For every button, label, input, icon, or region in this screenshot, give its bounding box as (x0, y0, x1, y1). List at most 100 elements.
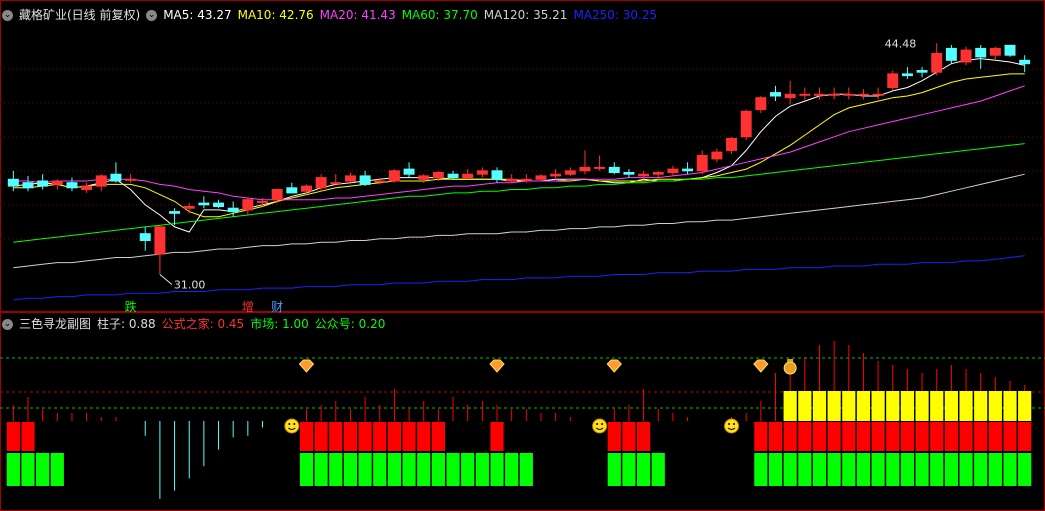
indicator-red-block (754, 422, 768, 451)
candle-body (7, 178, 19, 187)
candle-body (125, 178, 137, 181)
candle-body (535, 175, 547, 180)
ma-legend-item-label: MA60: (401, 8, 440, 22)
ma-legend-item-value: 42.76 (275, 8, 314, 22)
sub-panel-header: ⌄ 三色寻龙副图 柱子: 0.88 公式之家: 0.45 市场: 1.00 公众号: … (2, 315, 391, 333)
candle-body (51, 180, 63, 185)
indicator-settings-icon[interactable]: ⌄ (2, 318, 13, 330)
indicator-green-block (329, 453, 343, 486)
indicator-yellow-block (856, 391, 871, 421)
indicator-red-block (607, 422, 621, 451)
candle-body (564, 170, 576, 175)
indicator-red-block (783, 422, 797, 451)
candle-body (1004, 44, 1016, 56)
indicator-red-block (329, 422, 343, 451)
event-marker-0: 跌 (125, 299, 137, 314)
money-bag-tie (787, 359, 794, 362)
candle-body (623, 172, 635, 175)
candle-body (843, 93, 855, 96)
ma-legend-item-3: MA60: 37.70 (402, 8, 478, 22)
indicator-red-block (886, 422, 900, 451)
indicator-green-block (343, 453, 358, 486)
indicator-green-block (6, 453, 20, 486)
candle-body (315, 177, 327, 189)
indicator-green-block (314, 453, 328, 486)
indicator-yellow-block (871, 391, 885, 421)
gem-icon (298, 359, 315, 373)
indicator-yellow-block (812, 391, 827, 421)
ma-legend-item-1: MA10: 42.76 (238, 8, 314, 22)
indicator-red-block (944, 422, 958, 451)
indicator-yellow-block (1018, 391, 1032, 421)
ma-legend-item-value: 30.25 (618, 8, 658, 22)
indicator-yellow-block (915, 391, 929, 421)
candle-body (227, 207, 239, 213)
candle-body (799, 93, 811, 96)
candle-body (110, 173, 122, 182)
indicator-red-block (343, 422, 358, 451)
indicator-green-block (812, 453, 827, 486)
candle-body (828, 93, 840, 96)
candle-body (37, 180, 49, 187)
indicator-red-block (827, 422, 841, 451)
indicator-green-block (842, 453, 856, 486)
candle-body (638, 173, 650, 177)
candle-body (344, 175, 356, 182)
indicator-green-block (50, 453, 64, 486)
indicator-legend-item-value: 1.00 (278, 317, 309, 331)
indicator-red-block (900, 422, 915, 451)
smiley-icon (724, 418, 740, 434)
candle-body (960, 49, 972, 63)
indicator-legend-item-label: 柱子: (97, 317, 126, 331)
indicator-red-block (417, 422, 431, 451)
indicator-green-block (988, 453, 1002, 486)
candle-body (682, 168, 694, 172)
collapse-toggle-icon[interactable]: ⌄ (2, 9, 13, 21)
candle-body (726, 138, 738, 151)
indicator-red-block (915, 422, 929, 451)
smiley-eye (728, 423, 731, 425)
ma-legend-item-label: MA20: (319, 8, 358, 22)
indicator-green-block (1018, 453, 1032, 486)
indicator-green-block (636, 453, 651, 486)
candle-body (22, 182, 34, 189)
indicator-green-block (622, 453, 636, 486)
indicator-red-block (490, 422, 504, 451)
candle-body (462, 173, 474, 179)
indicator-green-block (387, 453, 402, 486)
indicator-green-block (21, 453, 35, 486)
indicator-red-block (6, 422, 20, 451)
indicator-legend-item-3: 公众号: 0.20 (315, 317, 386, 331)
candle-body (755, 97, 767, 111)
ma-settings-icon[interactable]: ⌄ (146, 9, 158, 21)
candle-body (608, 166, 620, 173)
indicator-green-block (519, 453, 533, 486)
indicator-red-block (856, 422, 871, 451)
indicator-green-block (959, 453, 973, 486)
candle-body (432, 172, 444, 179)
indicator-green-block (299, 453, 314, 486)
candle-body (579, 166, 591, 172)
indicator-red-block (21, 422, 35, 451)
candle-body (154, 226, 166, 255)
candle-body (476, 170, 488, 175)
indicator-yellow-block (959, 391, 973, 421)
candle-body (945, 47, 957, 61)
candle-body (374, 180, 386, 183)
smiley-icon (284, 418, 300, 434)
smiley-icon (592, 418, 608, 434)
ma-line-ma5 (13, 58, 1025, 233)
ma-legend-item-label: MA5: (163, 8, 194, 22)
indicator-yellow-block (944, 391, 958, 421)
indicator-green-block (915, 453, 929, 486)
indicator-yellow-block (988, 391, 1002, 421)
indicator-red-block (959, 422, 973, 451)
candle-body (916, 70, 928, 73)
indicator-green-block (827, 453, 841, 486)
indicator-red-block (1003, 422, 1017, 451)
main-panel-header: ⌄ 藏格矿业(日线 前复权) ⌄ MA5: 43.27 MA10: 42.76 MA… (2, 6, 663, 24)
indicator-green-block (900, 453, 915, 486)
indicator-legend-item-0: 柱子: 0.88 (97, 317, 156, 331)
indicator-legend: 柱子: 0.88 公式之家: 0.45 市场: 1.00 公众号: 0.20 (97, 315, 391, 333)
indicator-green-block (36, 453, 50, 486)
